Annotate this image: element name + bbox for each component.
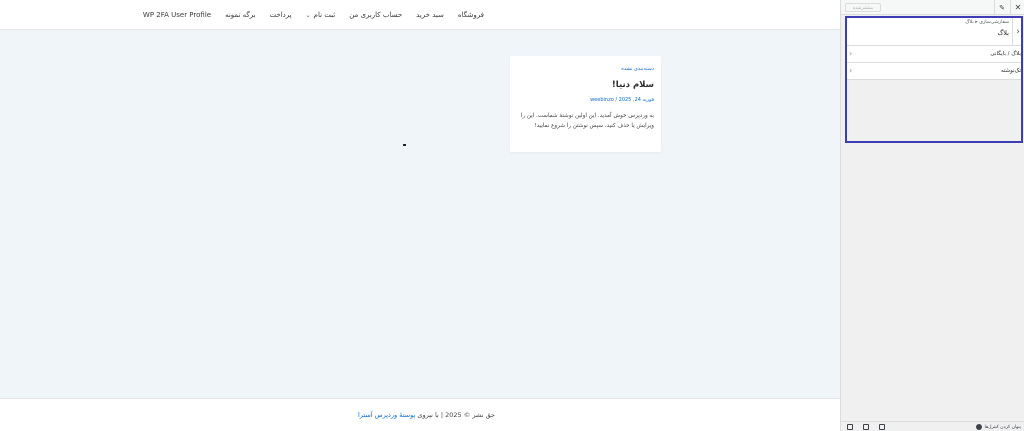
- nav-item-sample-page[interactable]: برگه نمونه: [225, 11, 255, 19]
- chevron-down-icon: ⌄: [305, 11, 311, 19]
- post-title[interactable]: سلام دنیا!: [518, 80, 654, 90]
- theme-link[interactable]: پوستهٔ وردپرس آسترا: [358, 411, 415, 419]
- nav-item-checkout[interactable]: پرداخت: [270, 11, 292, 19]
- site-preview: WP 2FA User Profile برگه نمونه پرداخت ثب…: [0, 0, 840, 431]
- nav-item-cart[interactable]: سبد خرید: [416, 11, 444, 19]
- pencil-icon[interactable]: ✎: [994, 0, 1009, 15]
- collapse-icon: [976, 424, 983, 430]
- hide-controls-button[interactable]: پنهان کردن کنترل‌ها: [976, 424, 1021, 430]
- site-header: WP 2FA User Profile برگه نمونه پرداخت ثب…: [0, 0, 840, 30]
- tablet-preview-icon[interactable]: [863, 424, 869, 430]
- post-card: دسته‌بندی نشده سلام دنیا! فوریه 24, 2025…: [510, 56, 661, 152]
- publish-button[interactable]: منتشرشده: [845, 3, 881, 12]
- nav-item-my-account[interactable]: حساب کاربری من: [349, 11, 402, 19]
- footer-copyright: حق نشر © 2025 | با نیروی پوستهٔ وردپرس آ…: [358, 411, 496, 419]
- panel-footer: پنهان کردن کنترل‌ها: [841, 421, 1024, 431]
- post-excerpt: به وردپرس خوش آمدید. این اولین نوشتهٔ شم…: [520, 113, 654, 129]
- close-icon[interactable]: ✕: [1010, 0, 1024, 15]
- mobile-preview-icon[interactable]: [847, 424, 853, 430]
- nav-item-shop[interactable]: فروشگاه: [458, 11, 484, 19]
- post-category-link[interactable]: دسته‌بندی نشده: [518, 66, 654, 72]
- nav-item-2fa-profile[interactable]: WP 2FA User Profile: [143, 11, 211, 19]
- mouse-cursor: [403, 144, 406, 146]
- focus-highlight-box: [845, 16, 1023, 143]
- post-meta: فوریه 24, 2025 / weebinzo: [518, 97, 654, 103]
- post-author[interactable]: weebinzo: [590, 97, 614, 103]
- desktop-preview-icon[interactable]: [879, 424, 885, 430]
- post-date[interactable]: فوریه 24, 2025: [619, 97, 654, 103]
- panel-topbar: منتشرشده ✎ ✕: [841, 0, 1024, 15]
- primary-nav: WP 2FA User Profile برگه نمونه پرداخت ثب…: [143, 0, 484, 30]
- nav-item-register[interactable]: ثبت نام ⌄: [306, 11, 336, 19]
- site-footer: حق نشر © 2025 | با نیروی پوستهٔ وردپرس آ…: [0, 398, 840, 431]
